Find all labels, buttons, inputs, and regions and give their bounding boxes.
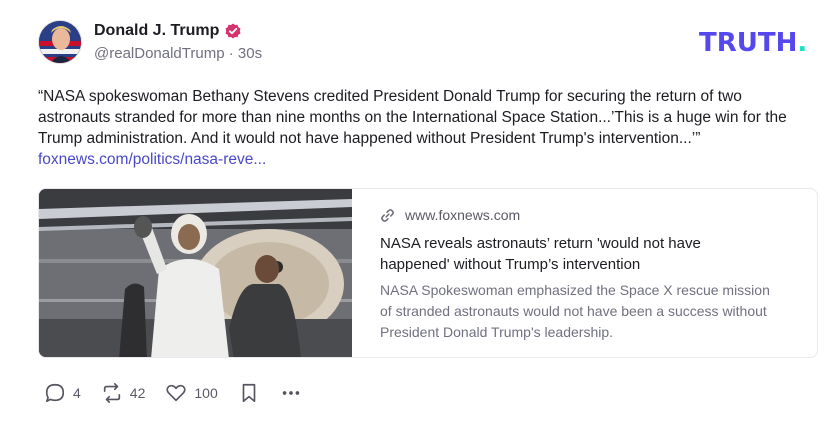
link-preview-image[interactable] bbox=[39, 189, 352, 357]
bookmark-icon bbox=[242, 383, 256, 403]
post-link[interactable]: foxnews.com/politics/nasa-reve... bbox=[38, 151, 266, 168]
link-title[interactable]: NASA reveals astronauts’ return 'would n… bbox=[380, 233, 760, 275]
truth-logo[interactable]: TRUTH. bbox=[699, 28, 807, 58]
logo-text: TRUTH bbox=[699, 28, 798, 58]
repost-icon bbox=[103, 383, 120, 403]
avatar[interactable] bbox=[38, 20, 82, 64]
link-domain-row: www.foxnews.com bbox=[380, 207, 817, 223]
author-identity: Donald J. Trump @realDonaldTrump · 30s bbox=[94, 22, 262, 62]
logo-dot: . bbox=[797, 28, 808, 58]
meta-separator: · bbox=[228, 45, 238, 62]
link-domain: www.foxnews.com bbox=[405, 207, 521, 223]
link-preview-body: www.foxnews.com NASA reveals astronauts’… bbox=[352, 189, 817, 357]
verified-badge-icon bbox=[225, 23, 241, 39]
post-body: “NASA spokeswoman Bethany Stevens credit… bbox=[38, 88, 787, 147]
link-icon bbox=[381, 208, 394, 222]
heart-icon bbox=[166, 384, 186, 402]
retruth-button[interactable]: 42 bbox=[101, 382, 146, 404]
like-button[interactable]: 100 bbox=[165, 382, 218, 404]
name-row: Donald J. Trump bbox=[94, 22, 262, 40]
astronaut-photo bbox=[39, 189, 352, 357]
author-display-name[interactable]: Donald J. Trump bbox=[94, 22, 219, 40]
retruth-count: 42 bbox=[129, 385, 146, 401]
link-description: NASA Spokeswoman emphasized the Space X … bbox=[380, 282, 770, 340]
more-icon bbox=[282, 391, 299, 395]
post-time[interactable]: 30s bbox=[238, 45, 262, 62]
reply-button[interactable]: 4 bbox=[44, 382, 81, 404]
link-preview-card[interactable]: www.foxnews.com NASA reveals astronauts’… bbox=[38, 188, 818, 358]
post-header: Donald J. Trump @realDonaldTrump · 30s bbox=[38, 20, 262, 64]
post-text: “NASA spokeswoman Bethany Stevens credit… bbox=[38, 86, 818, 170]
post-meta: @realDonaldTrump · 30s bbox=[94, 45, 262, 62]
like-count: 100 bbox=[194, 385, 218, 401]
bookmark-button[interactable] bbox=[238, 382, 260, 404]
comment-icon bbox=[45, 383, 65, 403]
avatar-image bbox=[39, 21, 81, 63]
post-actions: 4 42 100 bbox=[44, 382, 322, 404]
more-button[interactable] bbox=[280, 382, 302, 404]
author-handle[interactable]: @realDonaldTrump bbox=[94, 45, 225, 62]
reply-count: 4 bbox=[73, 385, 81, 401]
